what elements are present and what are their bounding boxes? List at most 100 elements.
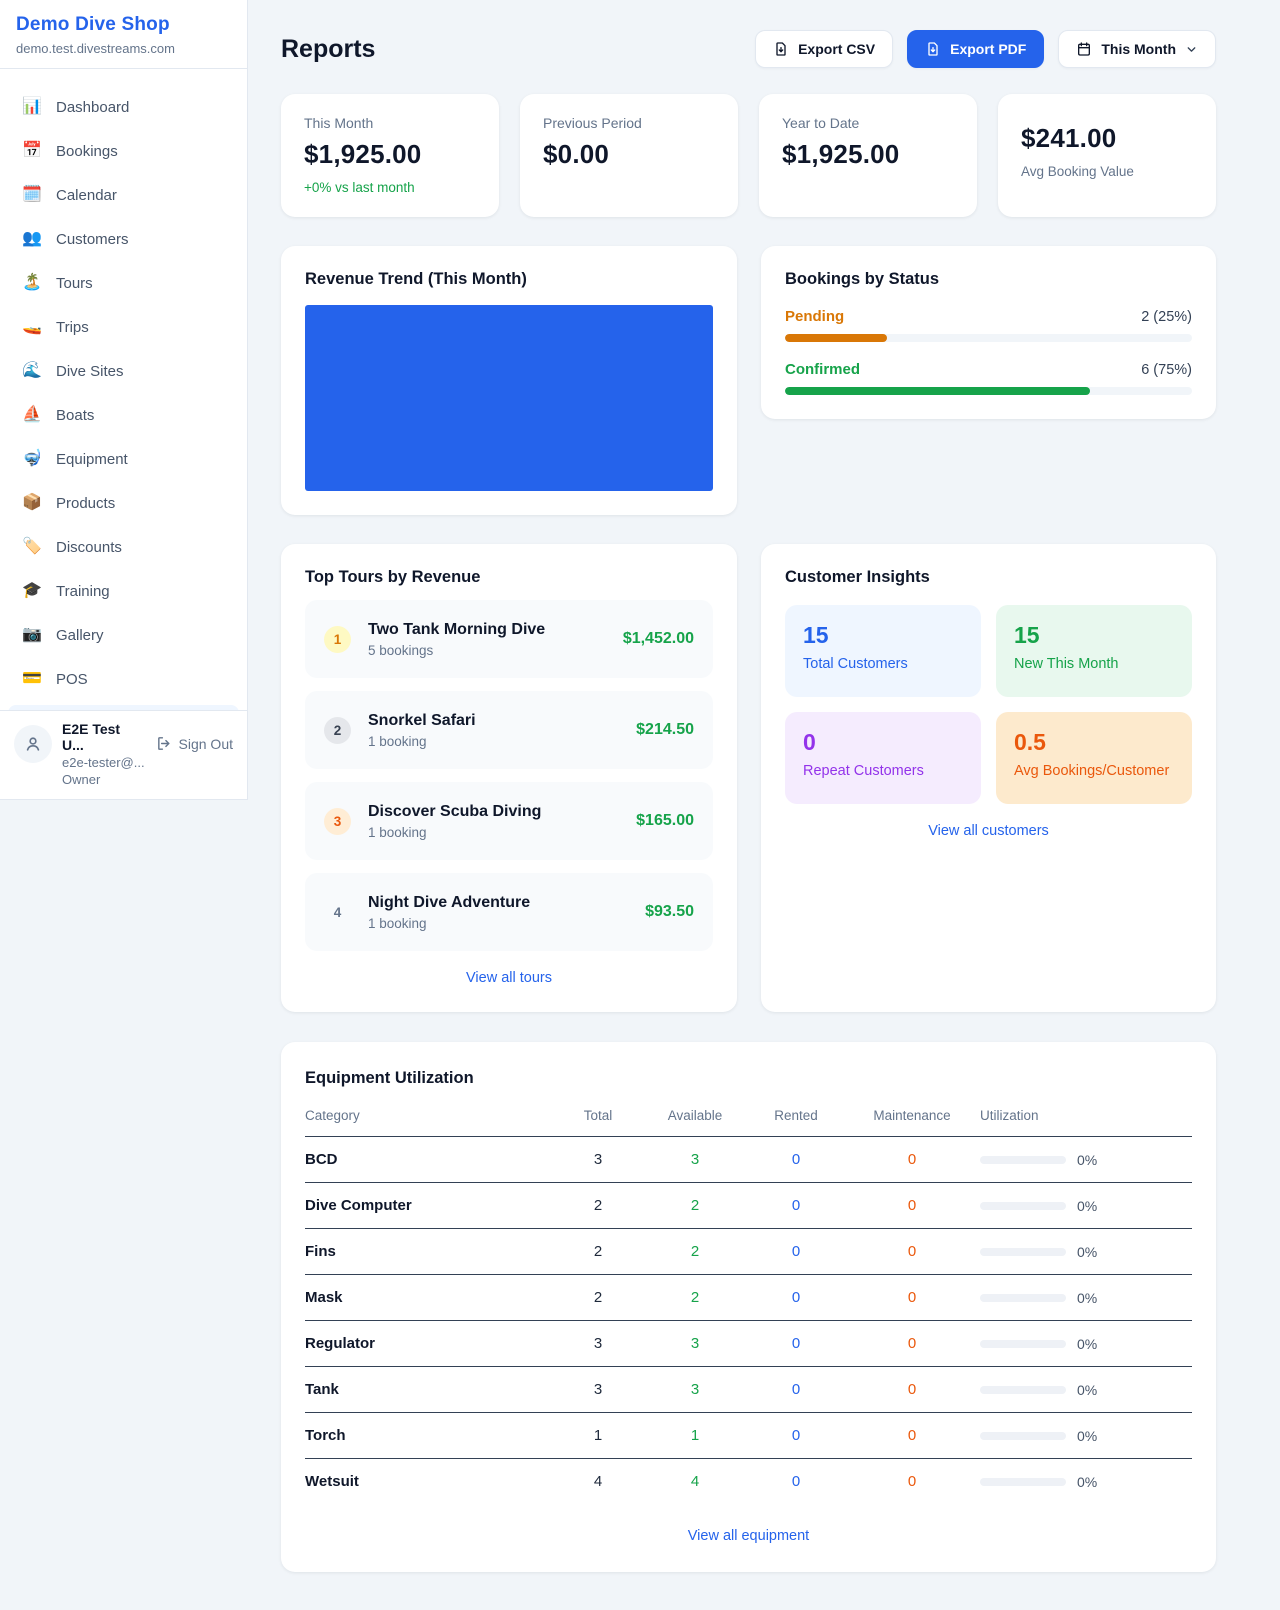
sidebar-item[interactable]: 🎓 Training	[8, 573, 239, 609]
col-total: Total	[554, 1108, 642, 1123]
utilization-track	[980, 1248, 1066, 1256]
tour-row: 1 Two Tank Morning Dive 5 bookings $1,45…	[305, 600, 713, 678]
sidebar-item-icon: ⛵	[22, 407, 42, 423]
equipment-available: 2	[642, 1197, 748, 1214]
sign-out-icon	[156, 735, 173, 752]
insight-value: 15	[1014, 622, 1174, 649]
sidebar: Demo Dive Shop demo.test.divestreams.com…	[0, 0, 248, 800]
utilization-percent: 0%	[1077, 1152, 1097, 1168]
user-info: E2E Test U... e2e-tester@... Owner	[62, 721, 146, 787]
sidebar-item-icon: 📊	[22, 99, 42, 115]
view-all-tours-link[interactable]: View all tours	[466, 970, 552, 986]
sidebar-item[interactable]: 📦 Products	[8, 485, 239, 521]
charts-row: Revenue Trend (This Month) Bookings by S…	[281, 246, 1216, 515]
sidebar-item[interactable]: ⛵ Boats	[8, 397, 239, 433]
sidebar-item[interactable]: 💳 POS	[8, 661, 239, 697]
equipment-maintenance: 0	[844, 1243, 980, 1260]
status-progress-fill	[785, 334, 887, 342]
equipment-row: Dive Computer 2 2 0 0 0%	[305, 1183, 1192, 1229]
sidebar-item[interactable]: 🏷️ Discounts	[8, 529, 239, 565]
utilization-track	[980, 1156, 1066, 1164]
sidebar-item[interactable]: 🌊 Dive Sites	[8, 353, 239, 389]
sidebar-item-label: Bookings	[56, 143, 118, 160]
sidebar-item[interactable]: 📊 Dashboard	[8, 89, 239, 125]
view-all-customers-link[interactable]: View all customers	[785, 823, 1192, 839]
insight-value: 0.5	[1014, 729, 1174, 756]
equipment-total: 3	[554, 1335, 642, 1352]
insight-value: 15	[803, 622, 963, 649]
page-header: Reports Export CSV Export PDF This Month	[281, 30, 1216, 68]
sidebar-item[interactable]: 📷 Gallery	[8, 617, 239, 653]
tour-name: Discover Scuba Diving	[368, 803, 541, 821]
equipment-utilization-cell: 0%	[980, 1244, 1192, 1260]
equipment-category: Dive Computer	[305, 1197, 554, 1214]
tour-row: 2 Snorkel Safari 1 booking $214.50	[305, 691, 713, 769]
sidebar-item[interactable]: 🤿 Equipment	[8, 441, 239, 477]
equipment-total: 2	[554, 1197, 642, 1214]
stat-card: $241.00 Avg Booking Value	[998, 94, 1216, 217]
period-dropdown[interactable]: This Month	[1058, 30, 1216, 68]
sidebar-item-label: Tours	[56, 275, 93, 292]
insight-label: Avg Bookings/Customer	[1014, 763, 1174, 779]
user-icon	[23, 734, 43, 754]
equipment-rented: 0	[748, 1473, 844, 1490]
sidebar-item-icon: 🏝️	[22, 275, 42, 291]
sidebar-item-label: Discounts	[56, 539, 122, 556]
stat-card: Year to Date $1,925.00	[759, 94, 977, 217]
sidebar-item-icon: 👥	[22, 231, 42, 247]
utilization-percent: 0%	[1077, 1198, 1097, 1214]
sidebar-item-label: Training	[56, 583, 110, 600]
sidebar-item-icon: 🎓	[22, 583, 42, 599]
sidebar-item-label: Customers	[56, 231, 129, 248]
view-all-equipment-link[interactable]: View all equipment	[305, 1528, 1192, 1544]
equipment-utilization-cell: 0%	[980, 1428, 1192, 1444]
sidebar-item[interactable]: 🚤 Trips	[8, 309, 239, 345]
export-csv-button[interactable]: Export CSV	[755, 30, 893, 68]
equipment-category: Fins	[305, 1243, 554, 1260]
tour-row: 3 Discover Scuba Diving 1 booking $165.0…	[305, 782, 713, 860]
col-available: Available	[642, 1108, 748, 1123]
sidebar-item[interactable]: 🏝️ Tours	[8, 265, 239, 301]
sidebar-item-label: Dashboard	[56, 99, 129, 116]
equipment-available: 3	[642, 1151, 748, 1168]
stat-value: $1,925.00	[304, 139, 476, 170]
equipment-row: BCD 3 3 0 0 0%	[305, 1137, 1192, 1183]
utilization-percent: 0%	[1077, 1428, 1097, 1444]
status-row: Pending 2 (25%)	[785, 308, 1192, 342]
equipment-row: Regulator 3 3 0 0 0%	[305, 1321, 1192, 1367]
tour-revenue: $214.50	[636, 721, 694, 739]
export-pdf-button[interactable]: Export PDF	[907, 30, 1044, 68]
shop-domain: demo.test.divestreams.com	[16, 41, 231, 56]
equipment-maintenance: 0	[844, 1381, 980, 1398]
stat-label: Year to Date	[782, 115, 954, 131]
equipment-category: Tank	[305, 1381, 554, 1398]
equipment-available: 3	[642, 1381, 748, 1398]
equipment-maintenance: 0	[844, 1335, 980, 1352]
tour-row: 4 Night Dive Adventure 1 booking $93.50	[305, 873, 713, 951]
tour-revenue: $93.50	[645, 903, 694, 921]
col-utilization: Utilization	[980, 1108, 1192, 1123]
sidebar-item-icon: 🗓️	[22, 187, 42, 203]
sidebar-item[interactable]: 👥 Customers	[8, 221, 239, 257]
export-csv-label: Export CSV	[798, 41, 875, 57]
sidebar-item-icon: 🌊	[22, 363, 42, 379]
utilization-percent: 0%	[1077, 1382, 1097, 1398]
tour-name: Snorkel Safari	[368, 712, 476, 730]
equipment-category: Regulator	[305, 1335, 554, 1352]
tour-revenue: $165.00	[636, 812, 694, 830]
sidebar-item[interactable]: 📅 Bookings	[8, 133, 239, 169]
insight-label: Repeat Customers	[803, 763, 963, 779]
utilization-percent: 0%	[1077, 1290, 1097, 1306]
insight-tile: 0.5 Avg Bookings/Customer	[996, 712, 1192, 804]
col-maintenance: Maintenance	[844, 1108, 980, 1123]
sidebar-item[interactable]: 🗓️ Calendar	[8, 177, 239, 213]
equipment-available: 2	[642, 1289, 748, 1306]
stat-value: $0.00	[543, 139, 715, 170]
bookings-by-status-card: Bookings by Status Pending 2 (25%) Confi…	[761, 246, 1216, 419]
sidebar-item-icon: 📦	[22, 495, 42, 511]
stat-cards: This Month $1,925.00 +0% vs last month P…	[281, 94, 1216, 217]
equipment-maintenance: 0	[844, 1151, 980, 1168]
status-count: 6 (75%)	[1141, 362, 1192, 378]
sign-out-button[interactable]: Sign Out	[156, 735, 233, 752]
utilization-track	[980, 1294, 1066, 1302]
